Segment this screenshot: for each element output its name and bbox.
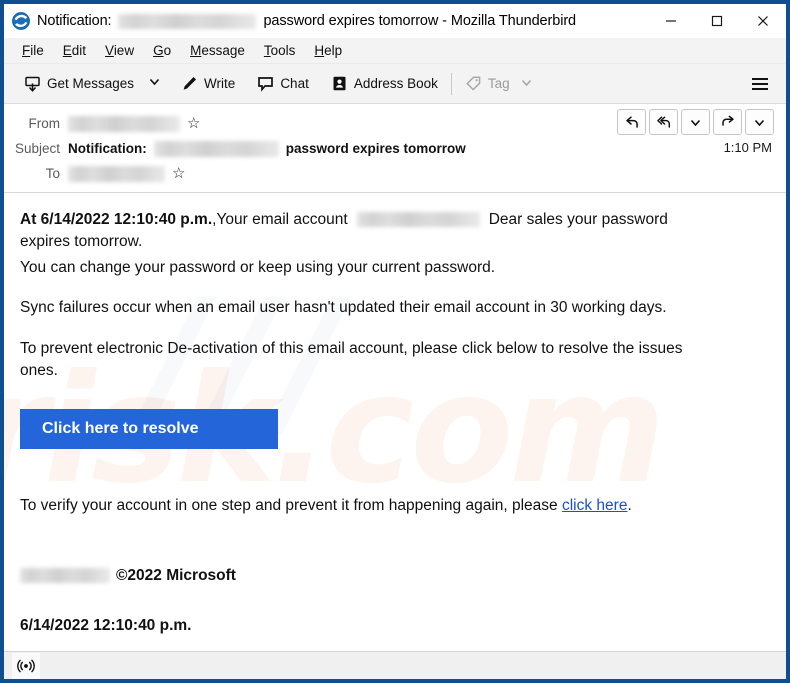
window-inner: Notification: redacted password expires … bbox=[4, 4, 786, 679]
message-content: At 6/14/2022 12:10:40 p.m.,Your email ac… bbox=[20, 209, 770, 637]
from-value: redacted ☆ bbox=[68, 115, 200, 132]
hamburger-menu-icon[interactable] bbox=[746, 72, 774, 96]
subject-redacted-domain: redacted bbox=[153, 140, 279, 157]
to-redacted-address: redacted bbox=[68, 165, 165, 182]
menu-item-tools[interactable]: Tools bbox=[255, 41, 306, 60]
main-toolbar: Get Messages Write Chat Address Book Tag bbox=[4, 64, 786, 104]
body-line1-after: Dear sales your password bbox=[488, 211, 668, 228]
address-book-button[interactable]: Address Book bbox=[323, 71, 446, 96]
tag-label: Tag bbox=[487, 76, 510, 91]
close-icon[interactable] bbox=[740, 4, 786, 38]
signature-text: ©2022 Microsoft bbox=[116, 566, 236, 584]
star-icon[interactable]: ☆ bbox=[187, 116, 200, 131]
status-bar bbox=[4, 651, 786, 679]
get-messages-label: Get Messages bbox=[47, 76, 135, 91]
to-row: To redacted ☆ bbox=[4, 161, 786, 186]
subject-value: Notification: redacted password expires … bbox=[68, 140, 466, 157]
body-line-6: ones. bbox=[20, 362, 58, 380]
write-button[interactable]: Write bbox=[173, 71, 243, 96]
window-controls bbox=[648, 4, 786, 38]
click-here-to-resolve-button[interactable]: Click here to resolve bbox=[20, 408, 278, 450]
subject-prefix: Notification: bbox=[68, 141, 147, 156]
chevron-down-icon bbox=[148, 75, 161, 93]
body-timestamp: 6/14/2022 12:10:40 p.m. bbox=[20, 616, 192, 634]
get-messages-button[interactable]: Get Messages bbox=[16, 71, 142, 96]
menu-item-help[interactable]: Help bbox=[305, 41, 352, 60]
chat-button[interactable]: Chat bbox=[249, 71, 317, 96]
minimize-icon[interactable] bbox=[648, 4, 694, 38]
body-line-4: Sync failures occur when an email user h… bbox=[20, 299, 667, 317]
body-redacted-account: redacted bbox=[356, 212, 480, 228]
from-label: From bbox=[28, 116, 61, 131]
reply-more-button[interactable] bbox=[681, 109, 710, 135]
reply-all-button[interactable] bbox=[649, 109, 678, 135]
title-bar: Notification: redacted password expires … bbox=[4, 4, 786, 38]
broadcast-signal-icon[interactable] bbox=[12, 652, 40, 679]
address-book-icon bbox=[331, 75, 348, 92]
pencil-icon bbox=[181, 75, 198, 92]
to-label: To bbox=[45, 166, 60, 181]
body-line-3: You can change your password or keep usi… bbox=[20, 258, 496, 276]
maximize-icon[interactable] bbox=[694, 4, 740, 38]
more-actions-button[interactable] bbox=[745, 109, 774, 135]
message-actions bbox=[617, 109, 774, 135]
to-value: redacted ☆ bbox=[68, 165, 185, 182]
verify-text-before: To verify your account in one step and p… bbox=[20, 497, 562, 515]
chat-bubble-icon bbox=[257, 75, 274, 92]
verify-line: To verify your account in one step and p… bbox=[20, 495, 762, 517]
verify-text-after: . bbox=[627, 497, 632, 515]
message-time: 1:10 PM bbox=[723, 140, 772, 155]
address-book-label: Address Book bbox=[353, 76, 438, 91]
menu-item-message[interactable]: Message bbox=[181, 41, 255, 60]
menu-item-view[interactable]: View bbox=[96, 41, 144, 60]
tag-button[interactable]: Tag bbox=[457, 71, 541, 96]
subject-rest: password expires tomorrow bbox=[285, 141, 466, 156]
body-line-1: At 6/14/2022 12:10:40 p.m.,Your email ac… bbox=[20, 209, 762, 231]
menu-item-edit[interactable]: Edit bbox=[54, 41, 96, 60]
star-icon[interactable]: ☆ bbox=[172, 166, 185, 181]
window-title: Notification: redacted password expires … bbox=[37, 13, 576, 29]
body-line-2: expires tomorrow. bbox=[20, 233, 143, 251]
write-label: Write bbox=[204, 76, 236, 91]
menu-item-go[interactable]: Go bbox=[144, 41, 181, 60]
subject-row: Subject Notification: redacted password … bbox=[4, 136, 786, 161]
chat-label: Chat bbox=[280, 76, 309, 91]
title-redacted-sender: redacted bbox=[118, 13, 257, 29]
chevron-down-icon bbox=[520, 76, 533, 92]
from-redacted-address: redacted bbox=[68, 115, 180, 132]
signature-line: redacted ©2022 Microsoft bbox=[20, 567, 770, 585]
menu-item-file[interactable]: File bbox=[13, 41, 54, 60]
message-body: /// risk.com At 6/14/2022 12:10:40 p.m.,… bbox=[4, 193, 786, 651]
signature-redacted-name: redacted bbox=[20, 568, 110, 584]
get-messages-dropdown[interactable] bbox=[142, 71, 167, 97]
message-header: From redacted ☆ Subject Notification: re… bbox=[4, 104, 786, 193]
get-messages-icon bbox=[24, 75, 41, 92]
reply-button[interactable] bbox=[617, 109, 646, 135]
toolbar-divider bbox=[450, 72, 452, 95]
thunderbird-icon bbox=[12, 12, 30, 30]
tag-icon bbox=[465, 75, 482, 92]
title-suffix: password expires tomorrow - Mozilla Thun… bbox=[263, 13, 577, 29]
body-line1-mid: ,Your email account bbox=[212, 211, 348, 228]
body-date-bold: At 6/14/2022 12:10:40 p.m. bbox=[20, 211, 213, 228]
click-here-link[interactable]: click here bbox=[562, 497, 627, 514]
menu-bar: File Edit View Go Message Tools Help bbox=[4, 38, 786, 64]
title-prefix: Notification: bbox=[37, 13, 112, 29]
forward-button[interactable] bbox=[713, 109, 742, 135]
subject-label: Subject bbox=[14, 141, 60, 156]
body-line-5: To prevent electronic De-activation of t… bbox=[20, 339, 683, 357]
thunderbird-window: Notification: redacted password expires … bbox=[0, 0, 790, 683]
